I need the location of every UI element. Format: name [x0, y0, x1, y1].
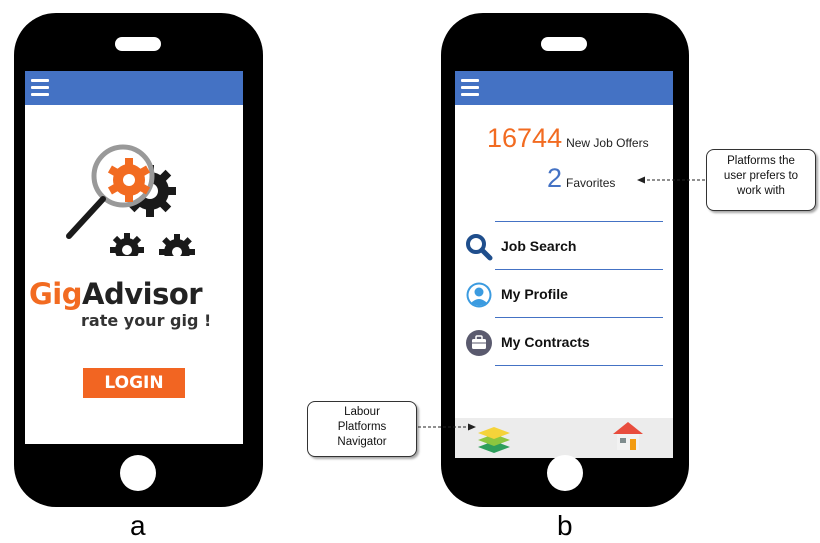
callout-navigator: Labour Platforms Navigator [307, 401, 417, 457]
divider [495, 269, 663, 270]
briefcase-icon [466, 330, 492, 356]
gear-icon [110, 233, 144, 256]
menu-icon[interactable] [31, 79, 49, 97]
tagline: rate your gig ! [81, 311, 212, 330]
divider [495, 317, 663, 318]
gigadvisor-logo-graphic [66, 144, 195, 256]
favorites-stat[interactable]: 2 Favorites [547, 163, 615, 194]
callout-line: Platforms [337, 421, 387, 433]
menu-item-job-search[interactable]: Job Search [465, 231, 665, 263]
favorites-count: 2 [547, 163, 563, 193]
phone-a-screen: GigAdvisor rate your gig ! LOGIN [25, 71, 243, 444]
layers-icon[interactable] [477, 421, 511, 455]
menu-item-label: My Profile [501, 286, 568, 302]
phone-b: 16744 New Job Offers 2 Favorites Job Searc… [441, 13, 689, 507]
divider [495, 365, 663, 366]
favorites-label: Favorites [566, 176, 616, 190]
callout-line: Labour [344, 406, 380, 418]
callout-line: user prefers to [723, 170, 799, 182]
menu-item-label: Job Search [501, 238, 577, 254]
phone-b-screen: 16744 New Job Offers 2 Favorites Job Searc… [455, 71, 673, 458]
user-icon [466, 282, 492, 308]
topbar [25, 71, 243, 105]
bottom-nav-bar [455, 418, 673, 458]
gear-icon [159, 234, 195, 256]
caption-b: b [557, 510, 573, 541]
phone-a-home-button[interactable] [120, 455, 156, 491]
callout-favorites: Platforms the user prefers to work with [706, 149, 816, 211]
offers-label: New Job Offers [566, 136, 649, 150]
search-icon [466, 234, 493, 261]
logo-gig: Gig [29, 277, 83, 311]
divider [495, 221, 663, 222]
menu-item-label: My Contracts [501, 334, 590, 350]
callout-line: Platforms the [727, 155, 795, 167]
login-button[interactable]: LOGIN [83, 368, 185, 398]
logo-wordmark: GigAdvisor [29, 277, 203, 311]
home-icon[interactable] [611, 419, 645, 453]
callout-line: Navigator [337, 436, 387, 448]
callout-line: work with [737, 185, 785, 197]
logo-advisor: Advisor [82, 277, 203, 311]
offers-count: 16744 [487, 123, 563, 153]
topbar [455, 71, 673, 105]
phone-b-speaker [541, 37, 587, 51]
phone-a: GigAdvisor rate your gig ! LOGIN [14, 13, 263, 507]
menu-icon[interactable] [461, 79, 479, 97]
phone-b-home-button[interactable] [547, 455, 583, 491]
menu-item-my-profile[interactable]: My Profile [465, 279, 665, 311]
magnifier-icon [66, 144, 155, 239]
caption-a: a [130, 510, 146, 541]
new-job-offers-stat: 16744 New Job Offers [487, 123, 649, 154]
menu-item-my-contracts[interactable]: My Contracts [465, 327, 665, 359]
phone-a-speaker [115, 37, 161, 51]
